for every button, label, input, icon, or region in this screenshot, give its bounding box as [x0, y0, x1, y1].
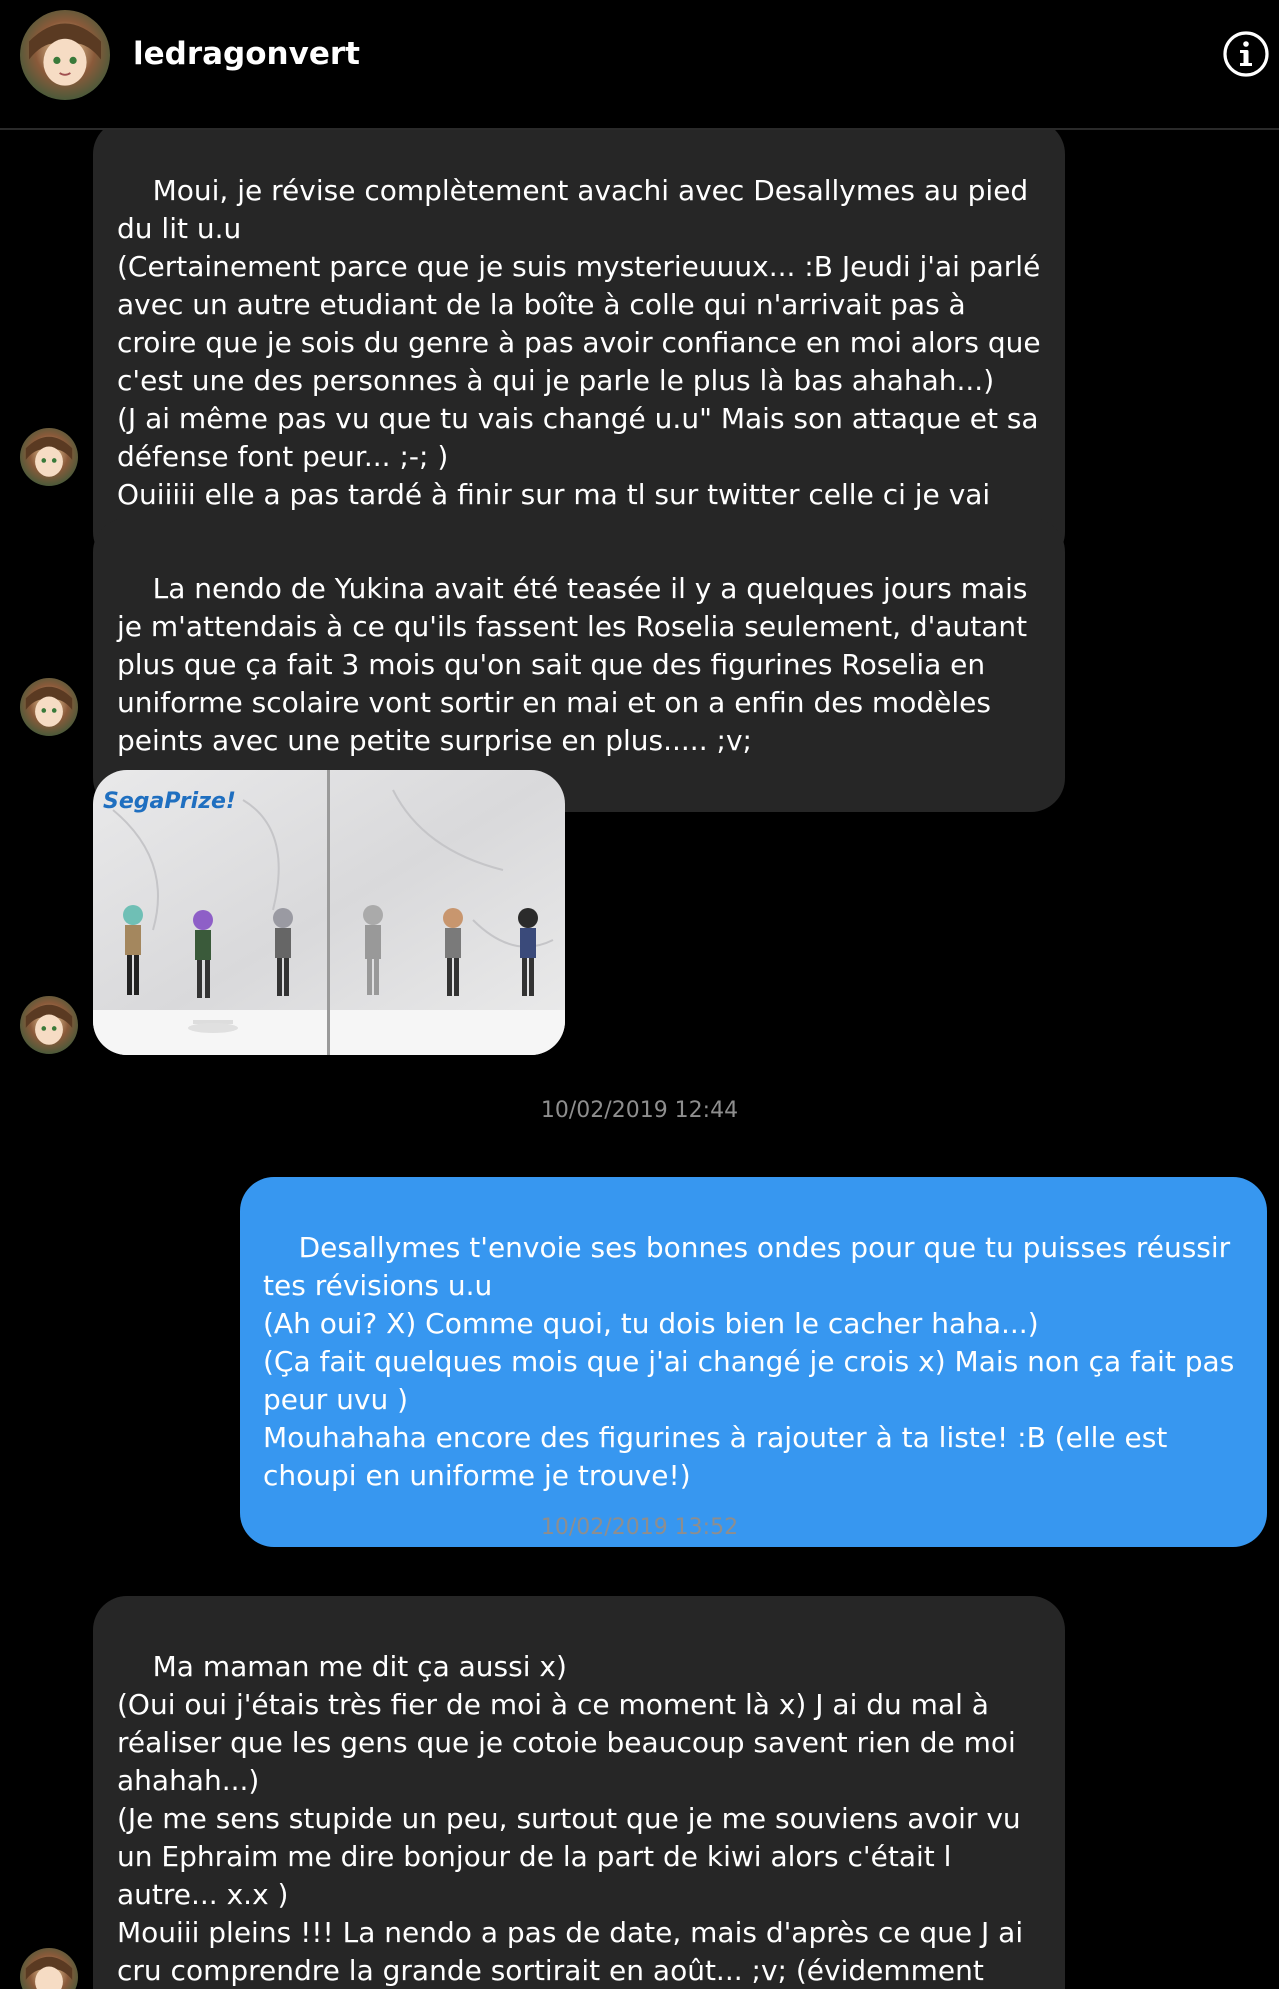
message-thread[interactable]: Moui, je révise complètement avachi avec…	[0, 130, 1279, 1989]
message-text: Desallymes t'envoie ses bonnes ondes pou…	[263, 1231, 1235, 1492]
image-message[interactable]: SegaPrize!	[93, 770, 565, 1055]
message-bubble-incoming[interactable]: La nendo de Yukina avait été teasée il y…	[93, 518, 1065, 812]
sega-prize-logo: SegaPrize!	[103, 789, 236, 814]
message-bubble-incoming[interactable]: Ma maman me dit ça aussi x) (Oui oui j'é…	[93, 1596, 1065, 1989]
sender-avatar[interactable]	[20, 428, 78, 486]
timestamp: 10/02/2019 12:44	[540, 1098, 739, 1123]
profile-avatar[interactable]	[20, 10, 110, 100]
figurines-photo: SegaPrize!	[93, 770, 565, 1055]
info-icon[interactable]	[1222, 30, 1270, 78]
chat-username[interactable]: ledragonvert	[133, 36, 360, 72]
timestamp: 10/02/2019 13:52	[540, 1515, 739, 1540]
message-text: La nendo de Yukina avait été teasée il y…	[117, 572, 1037, 757]
message-text: Ma maman me dit ça aussi x) (Oui oui j'é…	[117, 1650, 1024, 1987]
chat-header: ledragonvert	[0, 0, 1279, 130]
sender-avatar[interactable]	[20, 1948, 78, 1989]
message-text: Moui, je révise complètement avachi avec…	[117, 174, 1041, 511]
message-bubble-incoming[interactable]: Moui, je révise complètement avachi avec…	[93, 130, 1065, 566]
sender-avatar[interactable]	[20, 678, 78, 736]
sender-avatar[interactable]	[20, 996, 78, 1054]
message-bubble-outgoing[interactable]: Desallymes t'envoie ses bonnes ondes pou…	[240, 1177, 1267, 1547]
